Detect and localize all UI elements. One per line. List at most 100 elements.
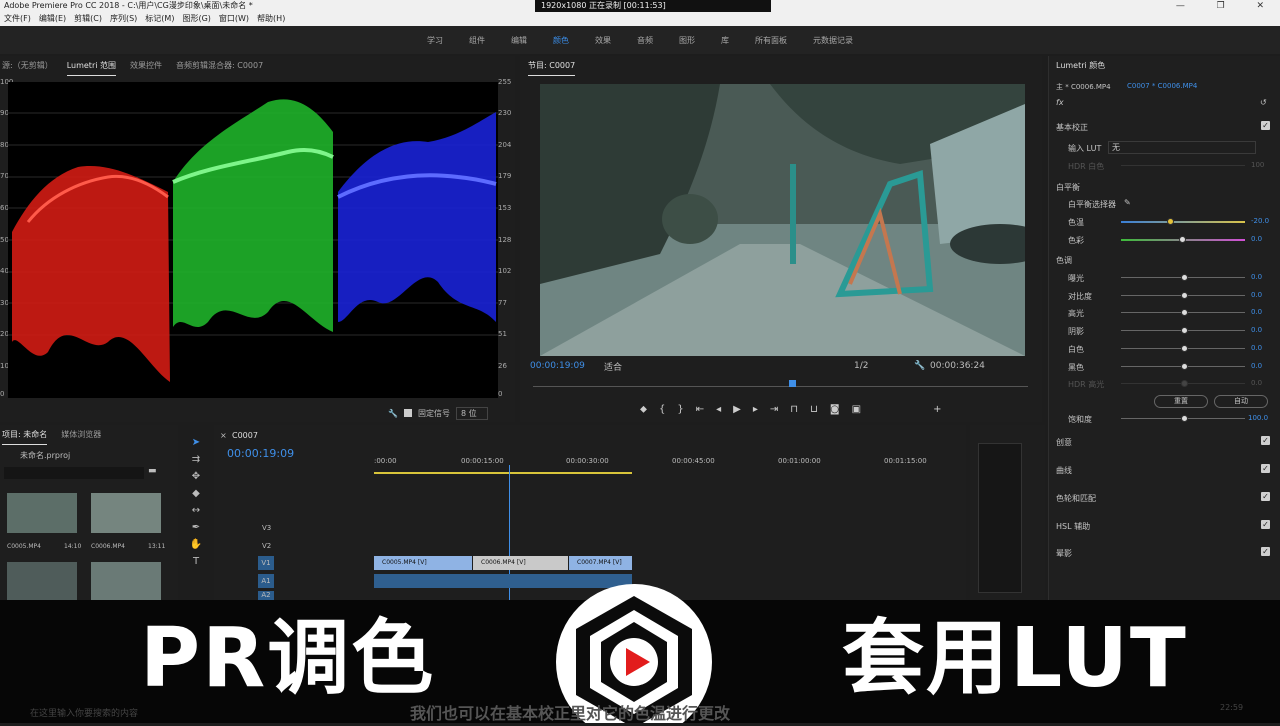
work-area-bar[interactable]: [374, 472, 632, 474]
vignette-checkbox[interactable]: ✓: [1261, 547, 1270, 556]
go-to-in-icon[interactable]: ⇤: [696, 404, 704, 415]
new-bin-icon[interactable]: ▬: [148, 466, 157, 476]
step-forward-icon[interactable]: ▸: [753, 404, 758, 415]
program-monitor-title[interactable]: 节目: C0007: [528, 56, 576, 76]
clip-thumbnail[interactable]: [7, 562, 77, 600]
tab-source[interactable]: 源:（无剪辑）: [2, 56, 53, 76]
tab-project[interactable]: 项目: 未命名: [2, 425, 48, 445]
tone-value[interactable]: 0.0: [1251, 362, 1262, 370]
tone-knob[interactable]: [1181, 291, 1188, 299]
program-scrubber[interactable]: [533, 386, 1028, 387]
track-v1[interactable]: V1: [258, 556, 274, 570]
timeline-clip[interactable]: C0007.MP4 [V]: [569, 556, 632, 570]
playhead-marker-icon[interactable]: [789, 380, 796, 387]
menu-clip[interactable]: 剪辑(C): [70, 12, 106, 26]
fit-select[interactable]: 适合: [604, 360, 854, 373]
saturation-value[interactable]: 100.0: [1248, 414, 1268, 422]
tab-lumetri-scopes[interactable]: Lumetri 范围: [66, 56, 116, 76]
workspace-metadata[interactable]: 元数据记录: [800, 35, 866, 46]
menu-window[interactable]: 窗口(W): [215, 12, 253, 26]
menu-sequence[interactable]: 序列(S): [106, 12, 141, 26]
track-a1[interactable]: A1: [258, 574, 274, 588]
project-search-input[interactable]: [4, 467, 144, 479]
selection-tool-icon[interactable]: ➤: [192, 437, 200, 448]
white-balance-header[interactable]: 白平衡: [1056, 182, 1080, 193]
hand-tool-icon[interactable]: ✋: [190, 539, 202, 550]
temperature-slider[interactable]: [1121, 221, 1245, 223]
play-icon[interactable]: ▶: [733, 404, 741, 415]
tone-value[interactable]: 0.0: [1251, 326, 1262, 334]
bit-depth-select[interactable]: 8 位: [455, 406, 488, 420]
resolution-select[interactable]: 1/2: [854, 361, 914, 371]
lumetri-title[interactable]: Lumetri 颜色: [1056, 60, 1105, 71]
taskbar-search[interactable]: 在这里输入你要搜索的内容: [30, 706, 138, 719]
workspace-libraries[interactable]: 库: [708, 35, 742, 46]
clip-thumbnail[interactable]: [91, 493, 161, 533]
close-sequence-icon[interactable]: ×: [220, 431, 227, 440]
extract-icon[interactable]: ⊔: [810, 404, 818, 415]
basic-correction-header[interactable]: 基本校正: [1056, 122, 1088, 133]
lift-icon[interactable]: ⊓: [790, 404, 798, 415]
tab-audio-mixer[interactable]: 音频剪辑混合器: C0007: [176, 56, 263, 76]
settings-wrench-icon[interactable]: 🔧: [914, 361, 930, 371]
sequence-tab[interactable]: C0007: [232, 431, 258, 440]
workspace-assembly[interactable]: 组件: [456, 35, 498, 46]
tint-value[interactable]: 0.0: [1251, 235, 1262, 243]
section-color-wheels[interactable]: 色轮和匹配: [1056, 493, 1096, 504]
tint-knob[interactable]: [1179, 236, 1186, 243]
workspace-effects[interactable]: 效果: [582, 35, 624, 46]
add-button-icon[interactable]: +: [933, 404, 941, 415]
add-marker-icon[interactable]: ⬥: [640, 404, 647, 415]
saturation-knob[interactable]: [1181, 415, 1188, 422]
close-icon[interactable]: ✕: [1257, 0, 1265, 12]
basic-correction-checkbox[interactable]: ✓: [1261, 121, 1270, 130]
wrench-icon[interactable]: 🔧: [388, 409, 398, 418]
timeline-timecode[interactable]: 00:00:19:09: [227, 447, 294, 460]
menu-marker[interactable]: 标记(M): [141, 12, 178, 26]
auto-button[interactable]: 自动: [1214, 395, 1268, 408]
tone-value[interactable]: 0.0: [1251, 379, 1262, 387]
workspace-editing[interactable]: 编辑: [498, 35, 540, 46]
compare-view-icon[interactable]: ▣: [852, 404, 861, 415]
ripple-edit-tool-icon[interactable]: ✥: [192, 471, 200, 482]
curves-checkbox[interactable]: ✓: [1261, 464, 1270, 473]
eyedropper-icon[interactable]: ✎: [1124, 198, 1131, 207]
reset-button[interactable]: 重置: [1154, 395, 1208, 408]
creative-checkbox[interactable]: ✓: [1261, 436, 1270, 445]
reset-arrow-icon[interactable]: ↺: [1260, 98, 1267, 107]
razor-tool-icon[interactable]: ◆: [192, 488, 200, 499]
tone-value[interactable]: 0.0: [1251, 308, 1262, 316]
workspace-learn[interactable]: 学习: [414, 35, 456, 46]
fixed-signal-checkbox[interactable]: [403, 409, 412, 417]
type-tool-icon[interactable]: T: [193, 556, 199, 567]
mark-in-icon[interactable]: {: [659, 404, 665, 415]
track-v2[interactable]: V2: [262, 542, 271, 550]
menu-file[interactable]: 文件(F): [0, 12, 35, 26]
fx-icon[interactable]: fx: [1056, 98, 1064, 107]
tone-knob[interactable]: [1181, 362, 1188, 370]
tone-value[interactable]: 0.0: [1251, 344, 1262, 352]
workspace-all-panels[interactable]: 所有面板: [742, 35, 800, 46]
tab-effect-controls[interactable]: 效果控件: [130, 56, 162, 76]
maximize-icon[interactable]: ❐: [1217, 0, 1225, 12]
mark-out-icon[interactable]: }: [677, 404, 683, 415]
hsl-checkbox[interactable]: ✓: [1261, 520, 1270, 529]
tone-knob[interactable]: [1181, 344, 1188, 352]
go-to-out-icon[interactable]: ⇥: [770, 404, 778, 415]
minimize-icon[interactable]: —: [1176, 0, 1185, 12]
track-v3[interactable]: V3: [262, 524, 271, 532]
program-current-timecode[interactable]: 00:00:19:09: [530, 361, 604, 371]
track-select-tool-icon[interactable]: ⇉: [192, 454, 200, 465]
section-curves[interactable]: 曲线: [1056, 465, 1072, 476]
menu-help[interactable]: 帮助(H): [253, 12, 289, 26]
clip-thumbnail[interactable]: [7, 493, 77, 533]
timeline-clip[interactable]: C0006.MP4 [V]: [473, 556, 568, 570]
section-vignette[interactable]: 晕影: [1056, 548, 1072, 559]
slip-tool-icon[interactable]: ↔: [192, 505, 200, 516]
step-back-icon[interactable]: ◂: [716, 404, 721, 415]
menu-graphics[interactable]: 图形(G): [178, 12, 214, 26]
section-creative[interactable]: 创意: [1056, 437, 1072, 448]
clip-thumbnail[interactable]: [91, 562, 161, 600]
timeline-clip[interactable]: C0005.MP4 [V]: [374, 556, 472, 570]
workspace-color[interactable]: 颜色: [540, 35, 582, 46]
